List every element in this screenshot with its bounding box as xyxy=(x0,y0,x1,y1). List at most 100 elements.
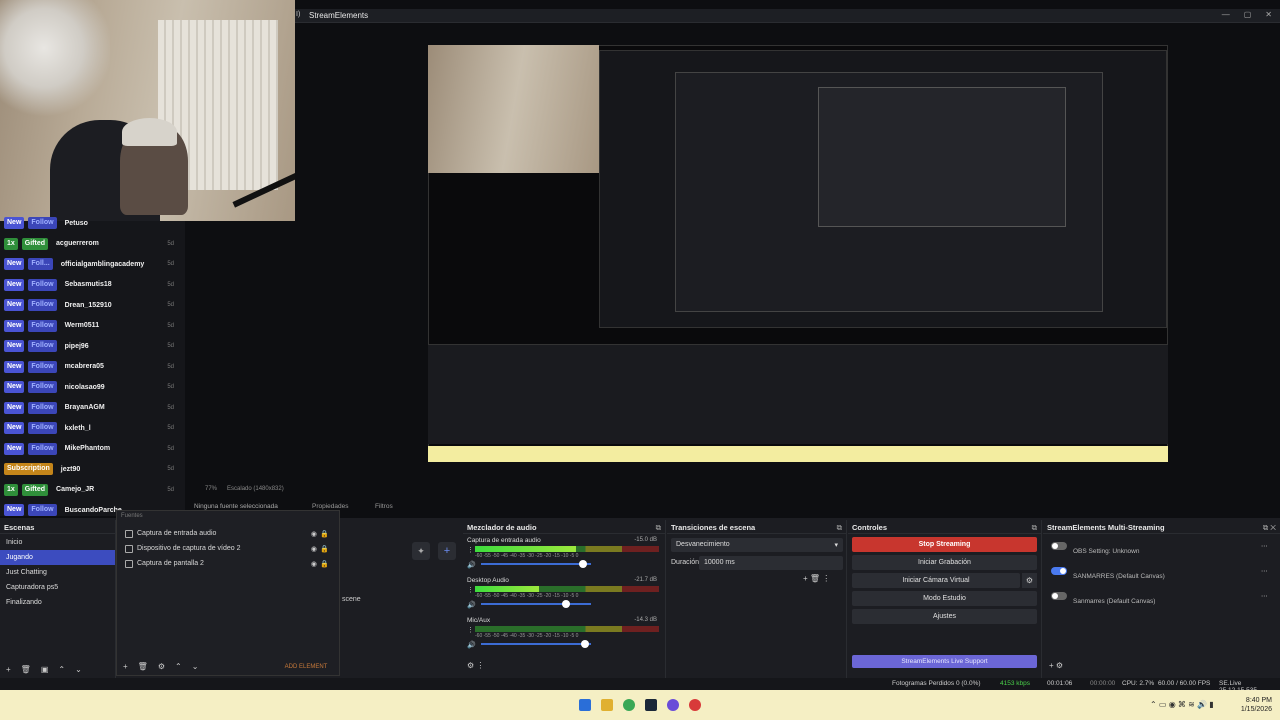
gear-icon[interactable]: ⚙ xyxy=(158,662,165,671)
lock-icon[interactable]: 🔒 xyxy=(320,545,329,553)
settings-button[interactable]: Ajustes xyxy=(852,609,1037,624)
stop-streaming-button[interactable]: Stop Streaming xyxy=(852,537,1037,552)
eye-icon[interactable]: ◉ xyxy=(311,545,317,553)
start-recording-button[interactable]: Iniciar Grabación xyxy=(852,555,1037,570)
windows-start-icon[interactable] xyxy=(579,699,591,711)
alert-type: Gifted xyxy=(21,237,49,250)
alert-type: Follow xyxy=(28,340,57,352)
maximize-icon[interactable]: ▢ xyxy=(1244,10,1252,19)
transition-toolbar[interactable]: + 🗑 ⋮ xyxy=(803,574,830,583)
filter-icon[interactable]: ▣ xyxy=(41,665,49,674)
scale-label[interactable]: Escalado (1480x832) xyxy=(227,486,284,492)
scene-item[interactable]: Finalizando xyxy=(0,595,115,610)
alert-row: New Follow BrayanAGM 5d xyxy=(0,398,182,418)
source-item[interactable]: Dispositivo de captura de vídeo 2 ◉ 🔒 xyxy=(125,541,331,556)
track-db: -14.3 dB xyxy=(634,617,657,623)
chevron-down-icon: ▾ xyxy=(834,542,838,549)
gear-icon[interactable]: ⚙ xyxy=(1022,573,1037,588)
alert-username: BuscandoParche xyxy=(64,506,122,514)
alert-row: New Follow Drean_152910 5d xyxy=(0,295,182,315)
speaker-icon[interactable]: 🔊 xyxy=(467,601,476,609)
alert-username: MikePhantom xyxy=(64,445,111,452)
file-explorer-icon[interactable] xyxy=(601,699,613,711)
volume-slider[interactable] xyxy=(481,560,591,568)
alert-username: Petuso xyxy=(64,219,88,227)
speaker-icon[interactable]: 🔊 xyxy=(467,561,476,569)
stream-target-name: SANMARRES (Default Canvas) xyxy=(1073,573,1165,580)
scenes-header: Escenas xyxy=(0,520,115,534)
track-menu-icon[interactable]: ⋮ xyxy=(467,546,474,554)
alert-row: New Follow pipej96 5d xyxy=(0,336,182,356)
alert-row: 1x Gifted Camejo_JR 5d xyxy=(0,480,182,500)
track-menu-icon[interactable]: ⋮ xyxy=(467,586,474,594)
alert-username: officialgamblingacademy xyxy=(60,260,145,268)
taskbar: ⌃ ▭ ◉ ⌘ ≋ 🔊 ▮ 8:40 PM 1/15/2026 xyxy=(0,690,1280,720)
minimize-icon[interactable]: — xyxy=(1222,10,1230,19)
alert-username: Camejo_JR xyxy=(56,486,95,493)
track-menu-icon[interactable]: ⋮ xyxy=(467,626,474,634)
magic-icon[interactable]: ✦ xyxy=(412,542,430,560)
filters-button[interactable]: Filtros xyxy=(375,503,393,510)
multistream-header: StreamElements Multi-Streaming ⧉ ✕ xyxy=(1043,520,1280,534)
alert-badge: 1x xyxy=(4,483,18,496)
obs-icon[interactable] xyxy=(689,699,701,711)
stream-toggle[interactable] xyxy=(1051,542,1067,550)
steam-icon[interactable] xyxy=(645,699,657,711)
lock-icon[interactable]: 🔒 xyxy=(320,560,329,568)
stream-toggle[interactable] xyxy=(1051,592,1067,600)
alert-badge: New xyxy=(4,401,25,414)
meter-scale: -60 -55 -50 -45 -40 -35 -30 -25 -20 -15 … xyxy=(475,593,579,599)
scene-item[interactable]: Just Chatting xyxy=(0,565,115,580)
source-item[interactable]: Captura de pantalla 2 ◉ 🔒 xyxy=(125,556,331,571)
scene-item[interactable]: Capturadora ps5 xyxy=(0,580,115,595)
alert-badge: 1x xyxy=(4,237,18,250)
transition-select[interactable]: Desvanecimiento ▾ xyxy=(671,538,843,552)
add-icon[interactable]: + xyxy=(6,665,11,674)
scene-item[interactable]: Jugando xyxy=(0,550,115,565)
alert-badge: New xyxy=(4,278,25,291)
alert-row: Subscription jezt90 5d xyxy=(0,459,182,479)
alert-row: New Follow Petuso xyxy=(0,213,182,233)
alert-age: 5d xyxy=(167,363,174,370)
stream-toggle[interactable] xyxy=(1051,567,1067,575)
more-icon[interactable]: ⋯ xyxy=(1261,542,1268,550)
eye-icon[interactable]: ◉ xyxy=(311,530,317,538)
alert-type: Follow xyxy=(28,299,57,311)
up-icon[interactable]: ⌃ xyxy=(175,662,182,671)
multistream-toolbar[interactable]: + ⚙ xyxy=(1049,661,1063,670)
alert-badge: New xyxy=(4,340,25,352)
mixer-settings-icon[interactable]: ⚙ ⋮ xyxy=(467,661,484,670)
lock-icon[interactable]: 🔒 xyxy=(320,530,329,538)
eye-icon[interactable]: ◉ xyxy=(311,560,317,568)
app-icon[interactable] xyxy=(667,699,679,711)
add-element-button[interactable]: ADD ELEMENT xyxy=(278,662,334,673)
volume-slider[interactable] xyxy=(481,600,591,608)
add-icon[interactable]: + xyxy=(438,542,456,560)
scene-item[interactable]: Inicio xyxy=(0,535,115,550)
trash-icon[interactable]: 🗑 xyxy=(21,665,31,674)
more-icon[interactable]: ⋯ xyxy=(1261,592,1268,600)
speaker-icon[interactable]: 🔊 xyxy=(467,641,476,649)
volume-meter xyxy=(475,626,659,632)
down-icon[interactable]: ⌄ xyxy=(192,662,199,671)
stream-target-name: Sanmarres (Default Canvas) xyxy=(1073,598,1156,605)
studio-mode-button[interactable]: Modo Estudio xyxy=(852,591,1037,606)
volume-slider[interactable] xyxy=(481,640,591,648)
close-icon[interactable]: ✕ xyxy=(1265,10,1272,19)
duration-input[interactable]: 10000 ms xyxy=(699,556,843,570)
trash-icon[interactable]: 🗑 xyxy=(138,662,148,671)
chrome-icon[interactable] xyxy=(623,699,635,711)
up-icon[interactable]: ⌃ xyxy=(58,665,65,674)
add-source-icon[interactable]: + xyxy=(123,662,128,671)
more-icon[interactable]: ⋯ xyxy=(1261,567,1268,575)
track-db: -15.0 dB xyxy=(634,537,657,543)
preview-webcam-image xyxy=(428,45,599,173)
tray-icons[interactable]: ⌃ ▭ ◉ ⌘ ≋ 🔊 ▮ xyxy=(1150,700,1214,709)
source-item[interactable]: Captura de entrada audio ◉ 🔒 xyxy=(125,526,331,541)
clock[interactable]: 8:40 PM 1/15/2026 xyxy=(1241,696,1272,714)
alert-type: Foll... xyxy=(28,258,53,270)
down-icon[interactable]: ⌄ xyxy=(75,665,82,674)
virtual-camera-button[interactable]: Iniciar Cámara Virtual xyxy=(852,573,1020,588)
live-support-button[interactable]: StreamElements Live Support xyxy=(852,655,1037,668)
properties-button[interactable]: Propiedades xyxy=(312,503,349,510)
